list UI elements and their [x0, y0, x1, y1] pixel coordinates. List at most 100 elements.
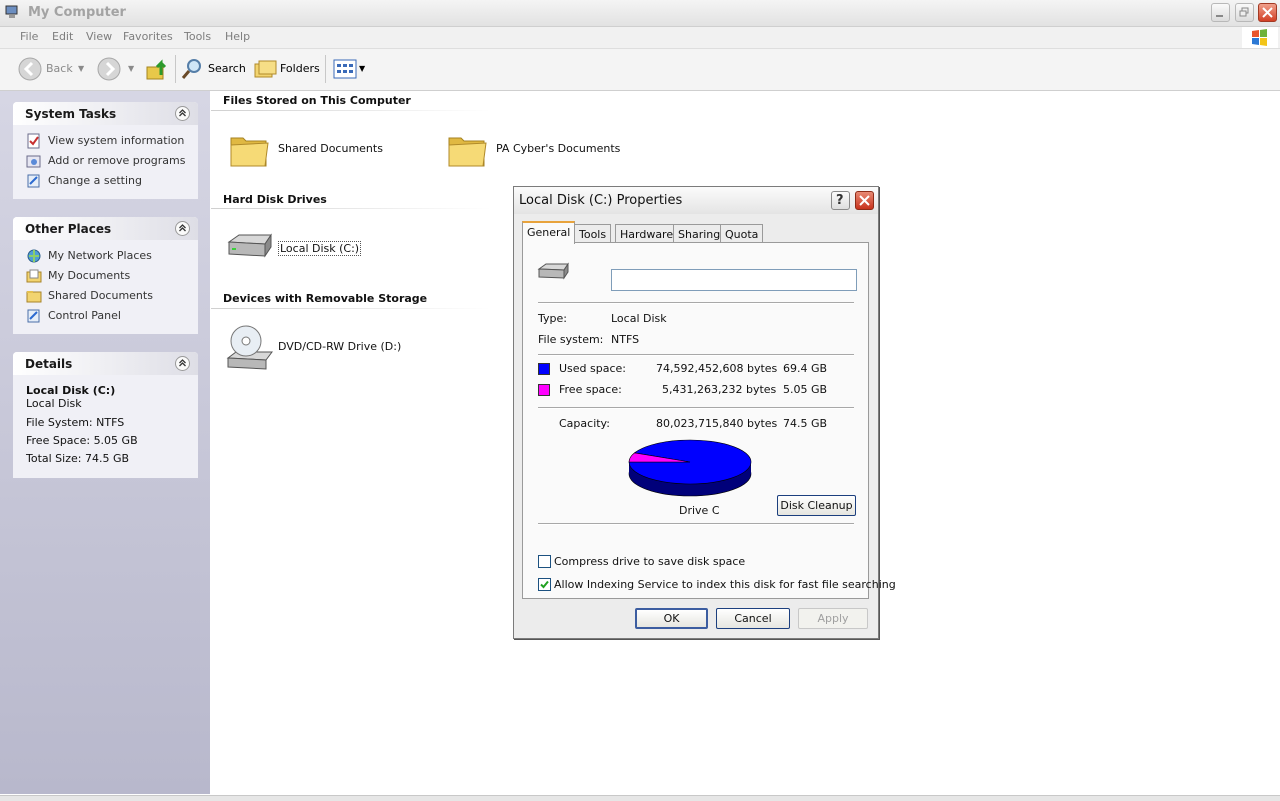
menu-edit[interactable]: Edit — [52, 30, 73, 43]
properties-dialog: Local Disk (C:) Properties ? General Too… — [513, 186, 896, 639]
details-free-space: Free Space: 5.05 GB — [26, 434, 138, 447]
details-name: Local Disk (C:) — [26, 384, 116, 397]
disk-cleanup-button[interactable]: Disk Cleanup — [777, 495, 856, 516]
volume-label-input[interactable] — [611, 269, 857, 291]
tab-quota[interactable]: Quota — [720, 224, 764, 243]
pa-cyber-documents-folder[interactable]: PA Cyber's Documents — [446, 128, 620, 170]
other-places-header[interactable]: Other Places — [13, 217, 198, 240]
place-my-documents[interactable]: My Documents — [13, 266, 198, 286]
divider — [538, 523, 854, 525]
restore-button[interactable] — [1235, 3, 1254, 22]
dialog-titlebar[interactable]: Local Disk (C:) Properties ? — [514, 187, 878, 214]
other-places-title: Other Places — [25, 222, 112, 236]
used-space-swatch — [538, 363, 550, 375]
capacity-bytes: 80,023,715,840 bytes — [656, 417, 778, 430]
search-button[interactable]: Search — [180, 57, 246, 81]
folders-icon — [254, 60, 277, 78]
details-file-system: File System: NTFS — [26, 416, 125, 429]
forward-dropdown-icon[interactable]: ▼ — [128, 64, 134, 73]
views-button[interactable]: ▼ — [333, 57, 369, 81]
forward-button[interactable]: ▼ — [97, 57, 137, 81]
used-space-label: Used space: — [559, 362, 627, 375]
task-view-system-info[interactable]: View system information — [13, 131, 198, 151]
dialog-close-button[interactable] — [855, 191, 874, 210]
section-removable-storage: Devices with Removable Storage — [223, 292, 428, 305]
apply-button[interactable]: Apply — [798, 608, 868, 629]
tab-sharing[interactable]: Sharing — [673, 224, 726, 243]
local-disk-c[interactable]: Local Disk (C:) — [225, 230, 362, 264]
folder-icon — [230, 137, 269, 167]
back-label: Back — [46, 62, 73, 75]
section-divider — [211, 308, 491, 309]
task-change-setting[interactable]: Change a setting — [13, 171, 198, 191]
menu-favorites[interactable]: Favorites — [123, 30, 173, 43]
tab-general[interactable]: General — [522, 221, 576, 244]
collapse-chevron-icon[interactable] — [175, 221, 190, 236]
window-title: My Computer — [28, 5, 126, 20]
back-dropdown-icon[interactable]: ▼ — [78, 64, 84, 73]
task-add-remove-programs[interactable]: Add or remove programs — [13, 151, 198, 171]
hard-disk-icon — [227, 233, 272, 258]
details-header[interactable]: Details — [13, 352, 198, 375]
used-space-bytes: 74,592,452,608 bytes — [656, 362, 778, 375]
item-label: Local Disk (C:) — [278, 241, 362, 256]
capacity-label: Capacity: — [559, 417, 610, 430]
system-tasks-header[interactable]: System Tasks — [13, 102, 198, 125]
back-button[interactable]: Back ▼ — [18, 57, 88, 81]
tab-tools[interactable]: Tools — [574, 224, 612, 243]
tab-hardware[interactable]: Hardware — [615, 224, 679, 243]
dvd-cdrw-drive-d[interactable]: DVD/CD-RW Drive (D:) — [226, 324, 401, 372]
menu-file[interactable]: File — [20, 30, 38, 43]
other-places-panel: Other Places My Network Places My Docume… — [13, 217, 198, 334]
divider — [538, 354, 854, 356]
close-icon — [859, 195, 870, 206]
place-label: My Network Places — [48, 249, 152, 262]
task-label: View system information — [48, 134, 185, 147]
place-my-network-places[interactable]: My Network Places — [13, 246, 198, 266]
close-icon — [1262, 7, 1273, 18]
shared-documents-folder[interactable]: Shared Documents — [228, 128, 383, 170]
menu-bar: File Edit View Favorites Tools Help — [0, 27, 1280, 49]
menu-tools[interactable]: Tools — [184, 30, 211, 43]
file-system-label: File system: — [538, 333, 604, 346]
control-panel-icon — [27, 174, 40, 188]
free-space-bytes: 5,431,263,232 bytes — [662, 383, 777, 396]
system-tasks-panel: System Tasks View system information Add… — [13, 102, 198, 199]
views-dropdown-icon[interactable]: ▼ — [359, 64, 365, 73]
windows-flag-icon — [1252, 29, 1267, 46]
windows-logo — [1242, 27, 1278, 48]
folders-button[interactable]: Folders — [253, 57, 320, 81]
system-info-icon — [27, 133, 40, 149]
place-control-panel[interactable]: Control Panel — [13, 306, 198, 326]
ok-button[interactable]: OK — [635, 608, 708, 629]
collapse-chevron-icon[interactable] — [175, 356, 190, 371]
help-icon: ? — [836, 193, 844, 208]
window-titlebar[interactable]: My Computer — [0, 0, 1280, 27]
menu-help[interactable]: Help — [225, 30, 250, 43]
task-label: Change a setting — [48, 174, 142, 187]
details-total-size: Total Size: 74.5 GB — [26, 452, 130, 465]
task-label: Add or remove programs — [48, 154, 186, 167]
dialog-help-button[interactable]: ? — [831, 191, 850, 210]
indexing-service-checkbox[interactable] — [538, 578, 551, 591]
place-label: My Documents — [48, 269, 131, 282]
close-button[interactable] — [1258, 3, 1277, 22]
dvd-drive-icon — [226, 325, 273, 370]
views-icon — [333, 59, 357, 79]
compress-drive-checkbox[interactable] — [538, 555, 551, 568]
place-shared-documents[interactable]: Shared Documents — [13, 286, 198, 306]
minimize-button[interactable] — [1211, 3, 1230, 22]
task-pane: System Tasks View system information Add… — [0, 91, 210, 794]
menu-view[interactable]: View — [86, 30, 112, 43]
indexing-service-label: Allow Indexing Service to index this dis… — [554, 578, 896, 591]
collapse-chevron-icon[interactable] — [175, 106, 190, 121]
search-icon — [181, 59, 201, 79]
control-panel-icon — [27, 309, 40, 323]
toolbar: Back ▼ ▼ Search Folders ▼ — [0, 49, 1280, 91]
cancel-button[interactable]: Cancel — [716, 608, 790, 629]
details-type: Local Disk — [26, 397, 82, 410]
toolbar-separator — [325, 55, 326, 83]
place-label: Shared Documents — [48, 289, 153, 302]
item-label: Shared Documents — [278, 142, 383, 155]
up-folder-button[interactable] — [145, 57, 171, 81]
